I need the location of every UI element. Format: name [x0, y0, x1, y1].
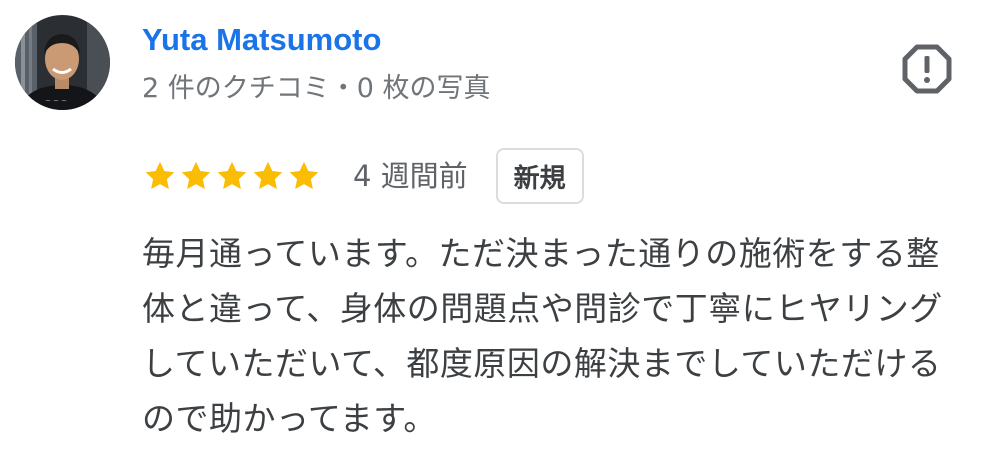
author-review-count: 2 件のクチコミ・0 枚の写真: [142, 73, 491, 104]
review-body: 毎月通っています。ただ決まった通りの施術をする整体と違って、身体の問題点や問診で…: [142, 234, 943, 438]
report-button[interactable]: [900, 42, 954, 96]
star-icon: [286, 158, 322, 194]
star-icon: [178, 158, 214, 194]
star-rating: [142, 158, 322, 194]
author-avatar[interactable]: ~ ~ ~: [15, 15, 110, 110]
review-date: 4 週間前: [353, 159, 468, 193]
review-card: ~ ~ ~ Yuta Matsumoto 2 件のクチコミ・0 枚の写真 4 週…: [0, 0, 985, 451]
star-icon: [142, 158, 178, 194]
avatar-image: ~ ~ ~: [15, 15, 110, 110]
star-icon: [250, 158, 286, 194]
rating-row: 4 週間前 新規: [142, 148, 584, 204]
report-octagon-icon: [902, 44, 952, 94]
svg-text:~ ~ ~: ~ ~ ~: [45, 97, 67, 105]
new-badge: 新規: [495, 148, 584, 204]
star-icon: [214, 158, 250, 194]
author-name[interactable]: Yuta Matsumoto: [142, 20, 381, 60]
